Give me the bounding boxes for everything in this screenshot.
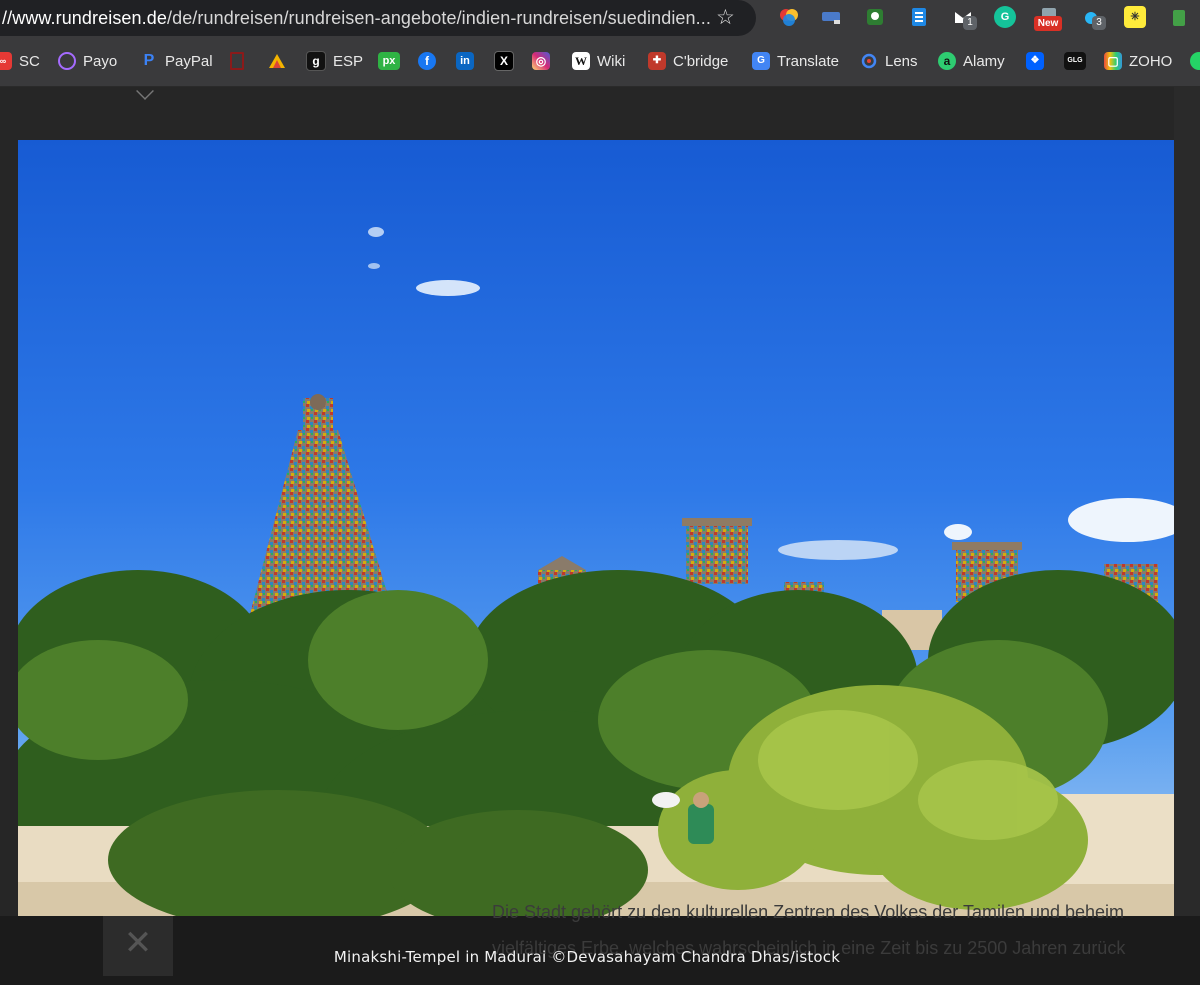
bookmark-whatsapp[interactable] xyxy=(1190,49,1200,73)
screen-extension-icon[interactable] xyxy=(820,6,842,28)
cambridge-icon: ✚ xyxy=(648,52,666,70)
google-translate-icon: G xyxy=(752,52,770,70)
bookmark-paypal[interactable]: P PayPal xyxy=(140,49,213,73)
payo-icon xyxy=(58,52,76,70)
bookmark-triangle-icon xyxy=(268,52,286,70)
map-extension-icon[interactable] xyxy=(864,6,886,28)
extension-badge-3: 3 xyxy=(1092,16,1106,30)
temple-illustration xyxy=(18,140,1174,916)
esp-icon: g xyxy=(306,51,326,71)
bookmark-label: Payo xyxy=(83,52,118,70)
extension-new-badge: New xyxy=(1034,16,1062,31)
bookmark-alamy[interactable]: a Alamy xyxy=(938,49,1005,73)
google-lens-icon xyxy=(860,52,878,70)
bookmark-label: C'bridge xyxy=(673,52,729,70)
bookmark-label: Alamy xyxy=(963,52,1005,70)
whatsapp-icon xyxy=(1190,52,1200,70)
green-extension-icon[interactable] xyxy=(1168,6,1190,28)
sheets-extension-icon[interactable] xyxy=(908,6,930,28)
zoho-icon: ▢ xyxy=(1104,52,1122,70)
glg-icon: GLG xyxy=(1064,52,1086,70)
wikipedia-icon: W xyxy=(572,52,590,70)
px-icon: px xyxy=(378,52,400,70)
bookmark-label: Translate xyxy=(777,52,839,70)
bookmark-label: ZOHO xyxy=(1129,52,1173,70)
bookmark-zoho[interactable]: ▢ ZOHO xyxy=(1104,49,1172,73)
linkedin-icon: in xyxy=(456,52,474,70)
bookmark-esp[interactable]: g ESP xyxy=(306,49,363,73)
url-path: /de/rundreisen/rundreisen-angebote/indie… xyxy=(166,8,711,28)
bookmark-lens[interactable]: Lens xyxy=(860,49,918,73)
bookmark-linkedin[interactable]: in xyxy=(456,49,481,73)
color-extension-icon[interactable] xyxy=(778,6,800,28)
bookmarks-bar: ∞ SC Payo P PayPal g ESP px f in X ◎ W W… xyxy=(0,36,1200,87)
close-icon[interactable]: ✕ xyxy=(103,916,173,976)
grammarly-icon[interactable]: G xyxy=(994,6,1016,28)
paypal-icon: P xyxy=(143,52,155,69)
bookmark-cbridge[interactable]: ✚ C'bridge xyxy=(648,49,728,73)
background-text-line-1: Die Stadt gehört zu den kulturellen Zent… xyxy=(492,902,1125,922)
bookmark-payo[interactable]: Payo xyxy=(58,49,117,73)
bookmark-glg[interactable]: GLG xyxy=(1064,49,1093,73)
asterisk-extension-icon[interactable]: ✳ xyxy=(1124,6,1146,28)
bookmark-star-icon[interactable]: ☆ xyxy=(716,5,735,30)
url-text[interactable]: //www.rundreisen.de/de/rundreisen/rundre… xyxy=(2,8,711,29)
extension-badge-1: 1 xyxy=(963,16,977,30)
bookmark-label: Wiki xyxy=(597,52,626,70)
facebook-icon: f xyxy=(418,52,436,70)
bookmark-red-icon xyxy=(230,52,244,70)
bookmark-dropbox[interactable]: ❖ xyxy=(1026,49,1051,73)
bookmark-sc[interactable]: ∞ SC xyxy=(0,49,40,73)
dropbox-icon: ❖ xyxy=(1026,52,1044,70)
bookmark-translate[interactable]: G Translate xyxy=(752,49,839,73)
minakshi-temple-photo xyxy=(18,140,1174,916)
bookmark-instagram[interactable]: ◎ xyxy=(532,49,557,73)
bookmark-label: PayPal xyxy=(165,52,213,70)
address-bar[interactable]: //www.rundreisen.de/de/rundreisen/rundre… xyxy=(0,0,756,36)
page-right-edge xyxy=(1174,87,1200,985)
image-caption: Minakshi-Tempel in Madurai ©Devasahayam … xyxy=(333,948,841,966)
bookmark-px[interactable]: px xyxy=(378,49,407,73)
bookmark-red[interactable] xyxy=(230,49,251,73)
bookmark-label: SC xyxy=(19,52,40,70)
sc-icon: ∞ xyxy=(0,52,12,70)
bookmark-label: ESP xyxy=(333,52,364,70)
instagram-icon: ◎ xyxy=(532,52,550,70)
bookmark-label: Lens xyxy=(885,52,918,70)
bookmark-x[interactable]: X xyxy=(494,49,521,73)
x-icon: X xyxy=(494,51,514,71)
browser-toolbar: //www.rundreisen.de/de/rundreisen/rundre… xyxy=(0,0,1200,36)
bookmark-wiki[interactable]: W Wiki xyxy=(572,49,625,73)
alamy-icon: a xyxy=(938,52,956,70)
url-host: //www.rundreisen.de xyxy=(2,8,167,28)
bookmark-facebook[interactable]: f xyxy=(418,49,443,73)
bookmark-triangle[interactable] xyxy=(268,49,293,73)
